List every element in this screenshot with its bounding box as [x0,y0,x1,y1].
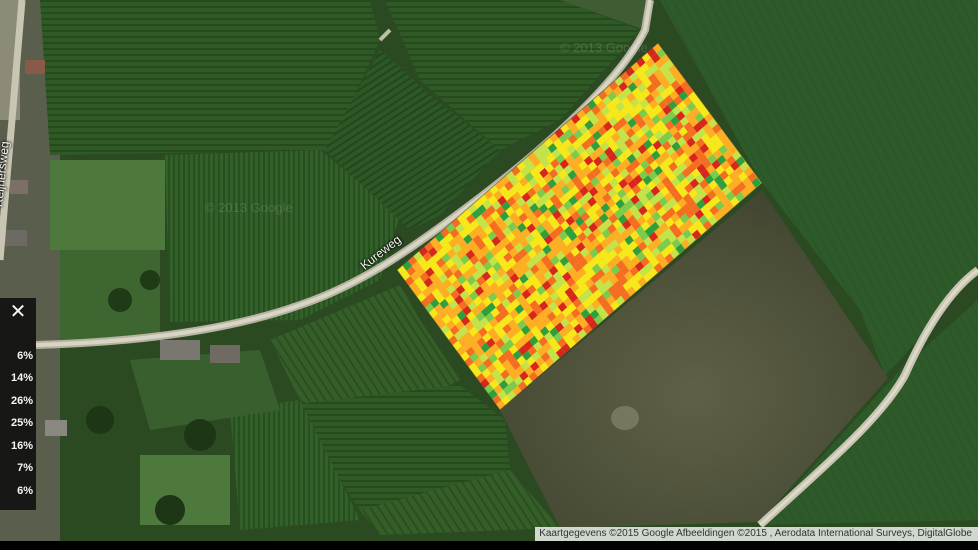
yield-legend: ✕ 6% 14% 26% 25% 16% 7% 6% [0,298,36,510]
map-attribution: Kaartgegevens ©2015 Google Afbeeldingen … [535,527,978,541]
legend-percent: 16% [10,440,33,452]
legend-percent: 26% [10,395,33,407]
legend-item: 14% [0,367,33,389]
legend-item: 26% [0,390,33,412]
map-watermark: © 2013 Google [205,200,293,215]
legend-item: 25% [0,412,33,434]
legend-percent: 6% [17,350,33,362]
close-icon[interactable]: ✕ [0,298,36,326]
legend-percent: 14% [10,372,33,384]
bottom-bar [0,541,978,550]
legend-percent: 7% [17,462,33,474]
legend-item: 7% [0,457,33,479]
map-watermark: © 2013 Google [560,40,648,55]
legend-item: 6% [0,345,33,367]
map-imagery [0,0,978,550]
legend-percent: 6% [17,485,33,497]
satellite-map[interactable]: © 2013 Google © 2013 Google Kureweg Reij… [0,0,978,550]
legend-item: 6% [0,480,33,502]
legend-item: 16% [0,435,33,457]
legend-percent: 25% [10,417,33,429]
